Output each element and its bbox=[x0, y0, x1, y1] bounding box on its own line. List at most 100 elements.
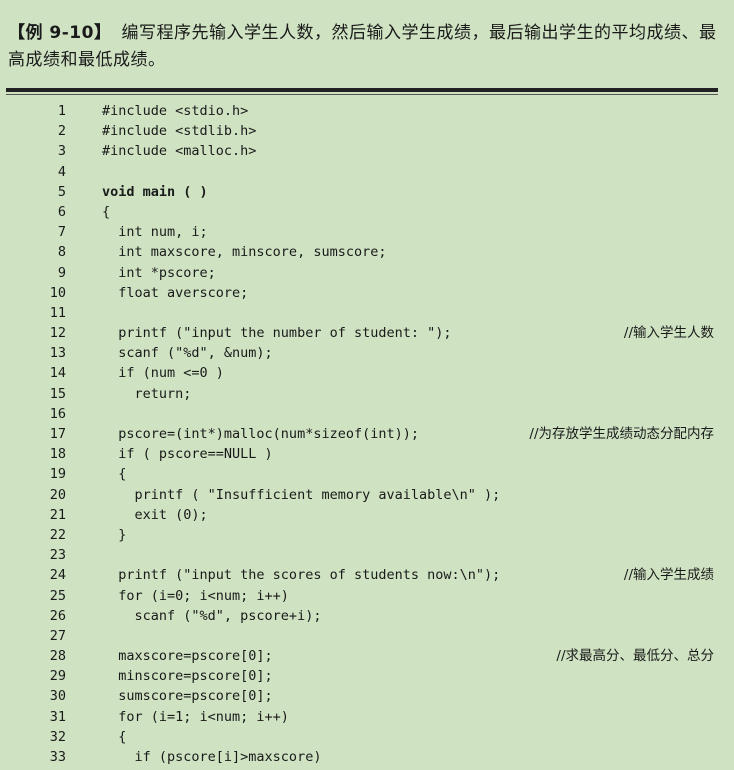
line-number: 24 bbox=[49, 567, 66, 584]
code-line: 25 for (i=0; i<num; i++) bbox=[0, 586, 734, 606]
code-text: int maxscore, minscore, sumscore; bbox=[102, 244, 387, 261]
code-text: for (i=1; i<num; i++) bbox=[102, 708, 289, 725]
code-text: #include <stdlib.h> bbox=[102, 123, 257, 140]
code-line: 29 minscore=pscore[0]; bbox=[0, 666, 734, 686]
code-text: maxscore=pscore[0]; bbox=[102, 648, 273, 665]
line-number: 28 bbox=[49, 648, 66, 665]
code-line: 11 bbox=[0, 303, 734, 323]
code-line: 6{ bbox=[0, 202, 734, 222]
line-number: 23 bbox=[49, 547, 66, 564]
code-text: sumscore=pscore[0]; bbox=[102, 688, 273, 705]
divider-thin bbox=[6, 94, 718, 95]
code-text: int num, i; bbox=[102, 224, 208, 241]
code-line: 17 pscore=(int*)malloc(num*sizeof(int));… bbox=[0, 424, 734, 444]
line-number: 14 bbox=[49, 365, 66, 382]
line-number: 2 bbox=[57, 123, 66, 140]
code-comment: //为存放学生成绩动态分配内存 bbox=[529, 426, 714, 442]
code-text: printf ("input the scores of students no… bbox=[102, 567, 501, 584]
code-line: 28 maxscore=pscore[0]; //求最高分、最低分、总分 bbox=[0, 646, 734, 666]
line-number: 3 bbox=[57, 143, 66, 160]
code-text: int *pscore; bbox=[102, 264, 216, 281]
code-text: pscore=(int*)malloc(num*sizeof(int)); bbox=[102, 426, 419, 442]
code-text: printf ("input the number of student: ")… bbox=[102, 325, 452, 342]
code-line: 9 int *pscore; bbox=[0, 263, 734, 283]
line-number: 16 bbox=[49, 405, 66, 422]
code-text: for (i=0; i<num; i++) bbox=[102, 587, 289, 604]
code-line: 14 if (num <=0 ) bbox=[0, 363, 734, 383]
code-line: 3 #include <malloc.h> bbox=[0, 141, 734, 161]
line-number: 20 bbox=[49, 486, 66, 503]
line-number: 32 bbox=[49, 728, 66, 745]
code-line: 19 { bbox=[0, 464, 734, 484]
code-text: { bbox=[102, 466, 127, 483]
line-number: 31 bbox=[49, 708, 66, 725]
code-text: return; bbox=[102, 385, 192, 402]
code-line: 7 int num, i; bbox=[0, 222, 734, 242]
line-number: 22 bbox=[49, 526, 66, 543]
code-comment: //输入学生成绩 bbox=[623, 567, 714, 584]
code-line: 5 void main ( ) bbox=[0, 182, 734, 202]
code-line: 22 } bbox=[0, 525, 734, 545]
code-text: minscore=pscore[0]; bbox=[102, 668, 273, 685]
line-number: 6 bbox=[57, 203, 66, 220]
code-line: 10 float averscore; bbox=[0, 283, 734, 303]
line-number: 8 bbox=[57, 244, 66, 261]
code-line: 23 bbox=[0, 545, 734, 565]
line-number: 30 bbox=[49, 688, 66, 705]
code-line: 21 exit (0); bbox=[0, 505, 734, 525]
code-listing: 1 #include <stdio.h> 2 #include <stdlib.h> 3… bbox=[0, 101, 734, 767]
code-line: 32 { bbox=[0, 727, 734, 747]
example-intro: 【例 9-10】 编写程序先输入学生人数，然后输入学生成绩，最后输出学生的平均成绩… bbox=[8, 20, 726, 74]
line-number: 7 bbox=[57, 224, 66, 241]
code-text: if ( pscore==NULL ) bbox=[102, 446, 273, 463]
code-text: exit (0); bbox=[102, 506, 208, 523]
code-text: { bbox=[102, 203, 111, 220]
line-number: 10 bbox=[49, 284, 66, 301]
line-number: 27 bbox=[49, 627, 66, 644]
line-number: 5 bbox=[57, 183, 66, 200]
line-number: 18 bbox=[49, 446, 66, 463]
line-number: 9 bbox=[57, 264, 66, 281]
code-comment: //求最高分、最低分、总分 bbox=[556, 648, 714, 665]
code-line: 27 bbox=[0, 626, 734, 646]
code-line: 18 if ( pscore==NULL ) bbox=[0, 444, 734, 464]
code-line: 12 printf ("input the number of student:… bbox=[0, 323, 734, 343]
code-text: printf ( "Insufficient memory available\… bbox=[102, 486, 501, 503]
code-line: 33 if (pscore[i]>maxscore) bbox=[0, 747, 734, 767]
line-number: 19 bbox=[49, 466, 66, 483]
line-number: 21 bbox=[49, 506, 66, 523]
code-line: 31 for (i=1; i<num; i++) bbox=[0, 707, 734, 727]
line-number: 15 bbox=[49, 385, 66, 402]
code-text: #include <malloc.h> bbox=[102, 143, 257, 160]
line-number: 26 bbox=[49, 607, 66, 624]
code-line: 16 bbox=[0, 404, 734, 424]
line-number: 17 bbox=[49, 426, 66, 442]
code-line: 13 scanf ("%d", &num); bbox=[0, 343, 734, 363]
code-line: 20 printf ( "Insufficient memory availab… bbox=[0, 485, 734, 505]
divider-thick bbox=[6, 88, 718, 92]
line-number: 25 bbox=[49, 587, 66, 604]
code-line: 30 sumscore=pscore[0]; bbox=[0, 686, 734, 706]
example-label: 【例 9-10】 bbox=[8, 23, 112, 43]
code-text: { bbox=[102, 728, 127, 745]
code-text: scanf ("%d", pscore+i); bbox=[102, 607, 322, 624]
code-line: 26 scanf ("%d", pscore+i); bbox=[0, 606, 734, 626]
code-text: scanf ("%d", &num); bbox=[102, 345, 273, 362]
code-comment: //输入学生人数 bbox=[623, 325, 714, 342]
code-line: 4 bbox=[0, 162, 734, 182]
code-line: 24 printf ("input the scores of students… bbox=[0, 565, 734, 585]
code-line: 15 return; bbox=[0, 384, 734, 404]
code-text: #include <stdio.h> bbox=[102, 103, 249, 119]
line-number: 1 bbox=[57, 103, 66, 119]
code-text: } bbox=[102, 526, 127, 543]
code-text: void main ( ) bbox=[102, 183, 208, 200]
example-description: 编写程序先输入学生人数，然后输入学生成绩，最后输出学生的平均成绩、最高成绩和最低… bbox=[8, 23, 717, 70]
code-text: if (num <=0 ) bbox=[102, 365, 224, 382]
code-line: 8 int maxscore, minscore, sumscore; bbox=[0, 242, 734, 262]
line-number: 12 bbox=[49, 325, 66, 342]
line-number: 29 bbox=[49, 668, 66, 685]
code-text: float averscore; bbox=[102, 284, 249, 301]
code-line: 1 #include <stdio.h> bbox=[0, 101, 734, 121]
line-number: 4 bbox=[57, 163, 66, 180]
line-number: 33 bbox=[49, 749, 66, 765]
